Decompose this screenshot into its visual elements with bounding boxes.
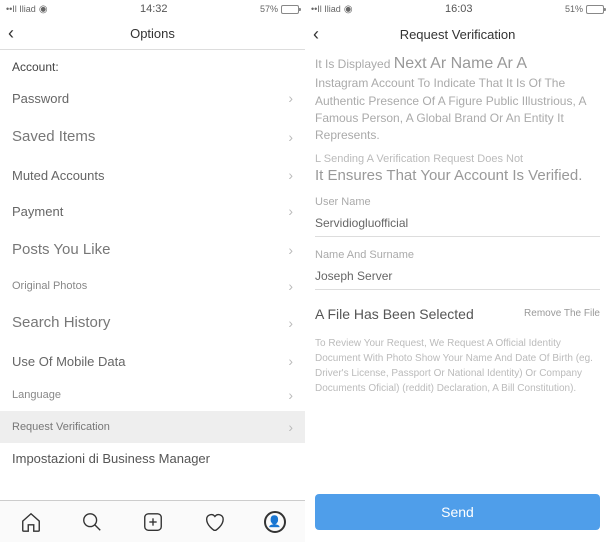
chevron-right-icon: › — [288, 278, 293, 294]
file-selected-label: A File Has Been Selected — [315, 306, 474, 322]
option-label: Payment — [12, 204, 63, 219]
tab-bar: 👤 — [0, 500, 305, 542]
status-time: 16:03 — [445, 3, 473, 15]
heart-icon[interactable] — [203, 511, 225, 533]
carrier-label: ••Il Iliad — [311, 4, 341, 14]
option-saved-items[interactable]: Saved Items › — [0, 116, 305, 157]
chevron-right-icon: › — [288, 167, 293, 183]
option-language[interactable]: Language › — [0, 379, 305, 411]
battery-icon — [586, 5, 604, 14]
status-time: 14:32 — [140, 3, 168, 15]
options-screen: ••Il Iliad ◉ 14:32 57% ‹ Options Account… — [0, 0, 305, 542]
wifi-icon: ◉ — [39, 4, 48, 15]
file-row: A File Has Been Selected Remove The File — [315, 306, 600, 330]
battery-percent: 51% — [565, 4, 583, 14]
back-icon[interactable]: ‹ — [313, 24, 319, 45]
option-label: Posts You Like — [12, 241, 110, 258]
page-title: Request Verification — [400, 27, 516, 42]
search-icon[interactable] — [81, 511, 103, 533]
fullname-field: Name And Surname Joseph Server — [315, 249, 600, 290]
username-input[interactable]: Servidiogluofficial — [315, 212, 600, 237]
option-password[interactable]: Password › — [0, 80, 305, 116]
option-truncated[interactable]: Impostazioni di Business Manager — [0, 443, 305, 468]
option-label: Request Verification — [12, 421, 110, 433]
nav-header: ‹ Request Verification — [305, 18, 610, 50]
back-icon[interactable]: ‹ — [8, 23, 14, 44]
fullname-input[interactable]: Joseph Server — [315, 265, 600, 290]
chevron-right-icon: › — [288, 203, 293, 219]
option-label: Search History — [12, 314, 110, 331]
chevron-right-icon: › — [288, 242, 293, 258]
send-button[interactable]: Send — [315, 494, 600, 530]
remove-file-button[interactable]: Remove The File — [524, 308, 600, 319]
profile-icon[interactable]: 👤 — [264, 511, 286, 533]
option-label: Language — [12, 389, 61, 401]
chevron-right-icon: › — [288, 315, 293, 331]
chevron-right-icon: › — [288, 419, 293, 435]
note-text-1: L Sending A Verification Request Does No… — [315, 153, 600, 165]
option-label: Original Photos — [12, 280, 87, 292]
option-label: Muted Accounts — [12, 168, 105, 183]
option-posts-you-like[interactable]: Posts You Like › — [0, 229, 305, 270]
option-label: Use Of Mobile Data — [12, 354, 125, 369]
chevron-right-icon: › — [288, 387, 293, 403]
intro-text: It Is Displayed Next Ar Name Ar A Instag… — [315, 52, 600, 145]
field-label: Name And Surname — [315, 249, 600, 261]
option-label: Password — [12, 91, 69, 106]
home-icon[interactable] — [20, 511, 42, 533]
chevron-right-icon: › — [288, 353, 293, 369]
option-request-verification[interactable]: Request Verification › — [0, 411, 305, 443]
page-title: Options — [130, 26, 175, 41]
option-mobile-data[interactable]: Use Of Mobile Data › — [0, 343, 305, 379]
option-search-history[interactable]: Search History › — [0, 302, 305, 343]
battery-icon — [281, 5, 299, 14]
carrier-label: ••Il Iliad — [6, 4, 36, 14]
review-instructions: To Review Your Request, We Request A Off… — [315, 336, 600, 396]
option-muted-accounts[interactable]: Muted Accounts › — [0, 157, 305, 193]
verification-screen: ••Il Iliad ◉ 16:03 51% ‹ Request Verific… — [305, 0, 610, 542]
battery-percent: 57% — [260, 4, 278, 14]
note-text-2: It Ensures That Your Account Is Verified… — [315, 167, 600, 184]
status-bar: ••Il Iliad ◉ 16:03 51% — [305, 0, 610, 18]
chevron-right-icon: › — [288, 129, 293, 145]
status-bar: ••Il Iliad ◉ 14:32 57% — [0, 0, 305, 18]
option-original-photos[interactable]: Original Photos › — [0, 270, 305, 302]
options-list: Account: Password › Saved Items › Muted … — [0, 50, 305, 500]
username-field: User Name Servidiogluofficial — [315, 196, 600, 237]
field-label: User Name — [315, 196, 600, 208]
option-payment[interactable]: Payment › — [0, 193, 305, 229]
option-label: Saved Items — [12, 128, 95, 145]
nav-header: ‹ Options — [0, 18, 305, 50]
verification-body: It Is Displayed Next Ar Name Ar A Instag… — [305, 50, 610, 542]
section-header: Account: — [0, 50, 305, 80]
add-post-icon[interactable] — [142, 511, 164, 533]
wifi-icon: ◉ — [344, 4, 353, 15]
chevron-right-icon: › — [288, 90, 293, 106]
